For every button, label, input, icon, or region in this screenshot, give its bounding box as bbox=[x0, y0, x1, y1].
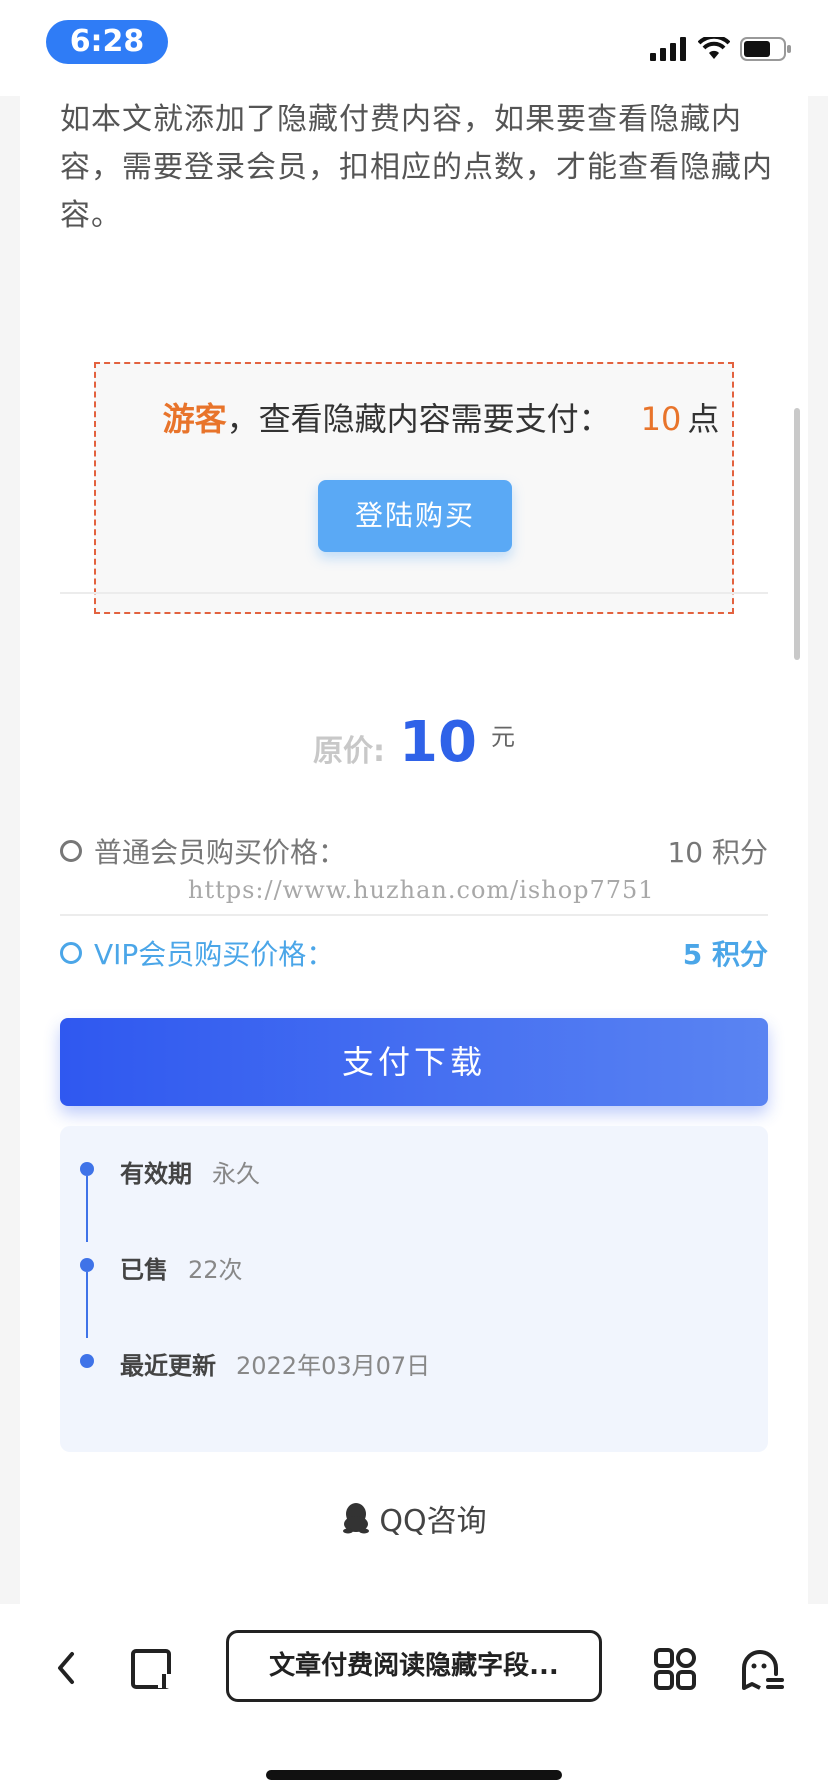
normal-member-price-row: 普通会员购买价格： 10 积分 bbox=[60, 826, 768, 876]
timeline-line bbox=[86, 1176, 88, 1242]
vip-member-label: VIP会员购买价格： bbox=[94, 938, 335, 971]
normal-member-label: 普通会员购买价格： bbox=[94, 836, 347, 869]
required-points: 10 bbox=[640, 400, 682, 438]
info-sold: 已售 22次 bbox=[120, 1250, 243, 1285]
info-validity: 有效期 永久 bbox=[120, 1154, 260, 1189]
tabs-icon[interactable] bbox=[130, 1648, 174, 1690]
points-unit: 点 bbox=[687, 400, 720, 438]
ghost-menu-icon[interactable] bbox=[740, 1648, 784, 1692]
browser-bottom-bar: 文章付费阅读隐藏字段... bbox=[0, 1604, 828, 1792]
info-label: 已售 bbox=[120, 1256, 168, 1284]
guest-label: 游客 bbox=[162, 400, 227, 438]
status-icons bbox=[650, 34, 792, 64]
wifi-icon bbox=[698, 37, 730, 59]
timeline-dot bbox=[80, 1258, 94, 1272]
status-bar: 6:28 bbox=[0, 0, 828, 96]
qq-consult-label: QQ咨询 bbox=[379, 1504, 487, 1539]
divider bbox=[60, 592, 768, 594]
hidden-content-box: 游客，查看隐藏内容需要支付： 10 点 登陆购买 bbox=[94, 362, 734, 614]
cellular-signal-icon bbox=[650, 37, 686, 61]
status-time: 6:28 bbox=[46, 20, 168, 64]
watermark-url: https://www.huzhan.com/ishop7751 bbox=[188, 876, 655, 904]
info-last-updated: 最近更新 2022年03月07日 bbox=[120, 1346, 430, 1381]
article-card: 如本文就添加了隐藏付费内容，如果要查看隐藏内容，需要登录会员，扣相应的点数，才能… bbox=[20, 96, 808, 1606]
article-intro-text: 如本文就添加了隐藏付费内容，如果要查看隐藏内容，需要登录会员，扣相应的点数，才能… bbox=[60, 102, 773, 233]
normal-member-price: 10 积分 bbox=[667, 836, 768, 869]
info-value: 2022年03月07日 bbox=[236, 1352, 431, 1380]
price-label: 原价: bbox=[313, 734, 386, 769]
back-arrow-icon[interactable] bbox=[50, 1648, 82, 1688]
info-label: 有效期 bbox=[120, 1160, 192, 1188]
price-unit: 元 bbox=[490, 723, 515, 751]
timeline-dot bbox=[80, 1354, 94, 1368]
scrollbar-thumb[interactable] bbox=[794, 408, 800, 660]
grid-apps-icon[interactable] bbox=[654, 1648, 696, 1690]
login-purchase-button[interactable]: 登陆购买 bbox=[318, 480, 512, 552]
vip-member-price-row: VIP会员购买价格： 5 积分 bbox=[60, 928, 768, 978]
info-value: 22次 bbox=[188, 1256, 243, 1284]
pay-download-button[interactable]: 支付下载 bbox=[60, 1018, 768, 1106]
radio-ring-icon bbox=[60, 942, 82, 964]
divider bbox=[60, 914, 768, 916]
hidden-content-message: 游客，查看隐藏内容需要支付： 10 点 bbox=[96, 394, 732, 440]
info-label: 最近更新 bbox=[120, 1352, 216, 1380]
qq-penguin-icon bbox=[343, 1503, 370, 1534]
timeline-line bbox=[86, 1272, 88, 1338]
qq-consult-link[interactable]: QQ咨询 bbox=[20, 1496, 808, 1540]
original-price: 原价: 10 元 bbox=[20, 710, 808, 775]
price-value: 10 bbox=[399, 710, 477, 775]
product-info-panel: 有效期 永久 已售 22次 最近更新 2022年03月07日 bbox=[60, 1126, 768, 1452]
pay-required-text: ，查看隐藏内容需要支付： bbox=[226, 400, 611, 438]
radio-ring-icon bbox=[60, 840, 82, 862]
address-bar[interactable]: 文章付费阅读隐藏字段... bbox=[226, 1630, 602, 1702]
battery-icon bbox=[740, 37, 791, 61]
vip-member-price: 5 积分 bbox=[682, 938, 768, 971]
info-value: 永久 bbox=[212, 1160, 260, 1188]
home-indicator[interactable] bbox=[266, 1770, 562, 1780]
timeline-dot bbox=[80, 1162, 94, 1176]
